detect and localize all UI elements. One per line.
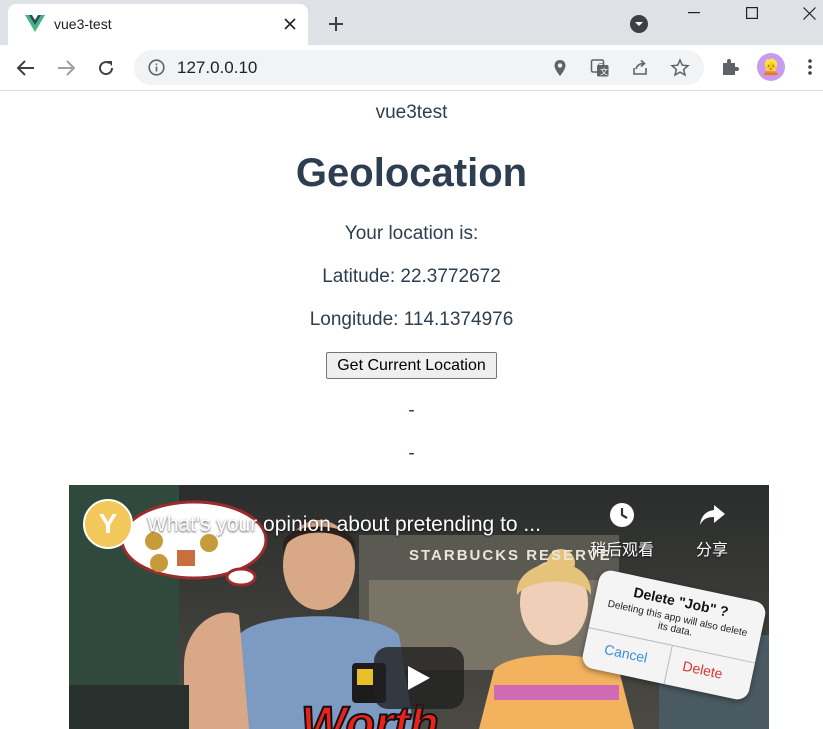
embedded-video[interactable]: Y What's your opinion about pretending t… bbox=[69, 485, 769, 729]
page-title: Geolocation bbox=[295, 151, 528, 195]
button-row: Get Current Location bbox=[0, 352, 823, 379]
clock-icon bbox=[610, 503, 634, 527]
more-menu-icon[interactable] bbox=[800, 57, 820, 77]
address-bar[interactable]: 127.0.0.10 G 文 bbox=[134, 50, 704, 85]
get-current-location-button[interactable]: Get Current Location bbox=[326, 352, 497, 379]
dialog-button-separator bbox=[663, 644, 673, 685]
extensions-puzzle-icon[interactable] bbox=[720, 57, 740, 77]
share-video-button[interactable]: 分享 bbox=[672, 501, 752, 560]
dialog-delete-text: Delete bbox=[681, 657, 725, 682]
avatar-glyph: 👱 bbox=[761, 59, 781, 76]
svg-text:文: 文 bbox=[600, 67, 608, 77]
share-icon[interactable] bbox=[630, 58, 650, 78]
url-text[interactable]: 127.0.0.10 bbox=[177, 58, 257, 78]
store-sign: STARBUCKS RESERVE bbox=[409, 547, 612, 564]
app-name: vue3test bbox=[375, 102, 448, 123]
tab-search-icon[interactable] bbox=[630, 15, 648, 33]
profile-avatar[interactable]: 👱 bbox=[757, 53, 785, 81]
translate-icon[interactable]: G 文 bbox=[590, 58, 610, 78]
reload-icon[interactable] bbox=[94, 56, 118, 80]
placeholder-dash-1: - bbox=[408, 400, 415, 421]
location-pin-icon[interactable] bbox=[550, 58, 570, 78]
minimize-window-icon[interactable] bbox=[671, 0, 717, 26]
vue-logo-icon bbox=[25, 15, 45, 32]
play-button[interactable] bbox=[374, 647, 464, 709]
tab-vue3-test[interactable]: vue3-test bbox=[8, 4, 308, 45]
placeholder-dash-2: - bbox=[408, 443, 415, 464]
tab-title: vue3-test bbox=[54, 16, 112, 32]
latitude-text: Latitude: 22.3772672 bbox=[322, 266, 501, 287]
forward-arrow-icon[interactable] bbox=[54, 56, 78, 80]
longitude-text: Longitude: 114.1374976 bbox=[309, 309, 514, 330]
maximize-window-icon[interactable] bbox=[729, 0, 775, 26]
bookmark-star-icon[interactable] bbox=[670, 58, 690, 78]
site-info-icon[interactable] bbox=[148, 59, 165, 76]
share-arrow-icon bbox=[700, 505, 725, 525]
browser-toolbar: 127.0.0.10 G 文 👱 bbox=[0, 45, 823, 91]
video-title[interactable]: What's your opinion about pretending to … bbox=[147, 513, 541, 537]
share-label: 分享 bbox=[695, 542, 728, 559]
play-icon bbox=[408, 666, 430, 690]
location-label: Your location is: bbox=[344, 223, 479, 244]
page-content: vue3test Geolocation Your location is: L… bbox=[0, 91, 823, 729]
back-arrow-icon[interactable] bbox=[14, 56, 38, 80]
close-tab-icon[interactable] bbox=[281, 15, 299, 33]
tab-strip: vue3-test bbox=[0, 0, 823, 45]
channel-logo-letter: Y bbox=[98, 508, 118, 539]
new-tab-icon[interactable] bbox=[326, 14, 346, 34]
dialog-cancel-text: Cancel bbox=[602, 641, 649, 666]
close-window-icon[interactable] bbox=[786, 0, 823, 26]
channel-avatar[interactable]: Y bbox=[83, 499, 133, 549]
